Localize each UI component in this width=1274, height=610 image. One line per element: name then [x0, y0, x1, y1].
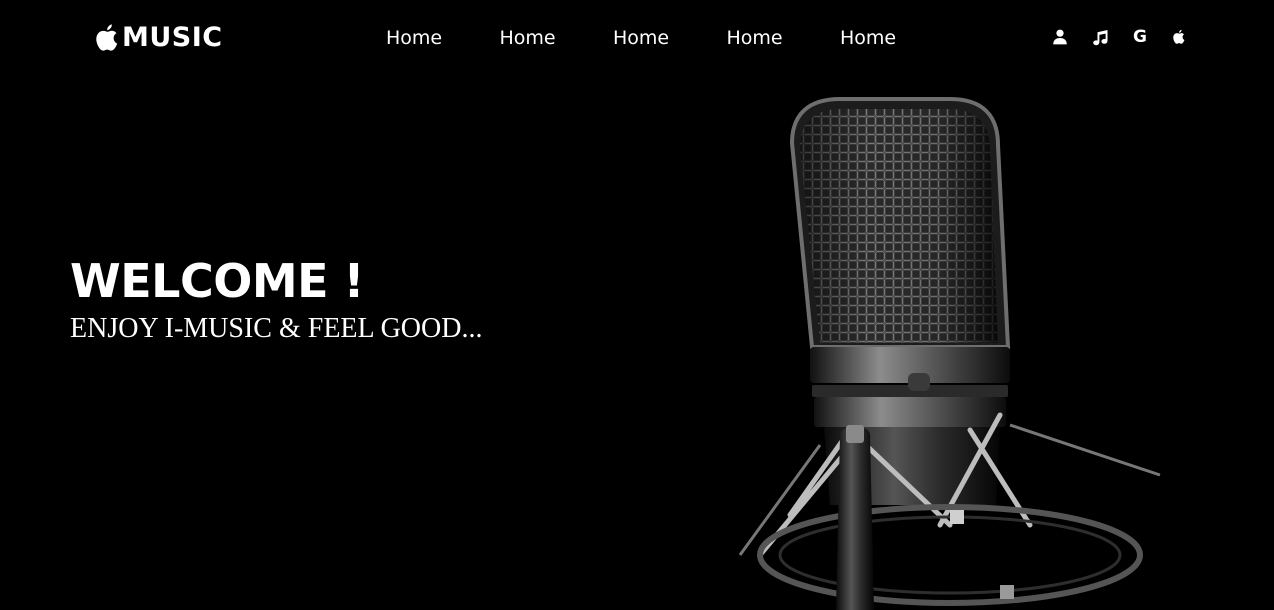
page: MUSIC Home Home Home Home Home G WELCOME…	[0, 0, 1274, 610]
apple-icon	[94, 23, 120, 53]
nav-item-home-5[interactable]: Home	[840, 24, 954, 52]
hero-subtitle: ENJOY I-MUSIC & FEEL GOOD...	[70, 313, 483, 344]
nav-item-home-4[interactable]: Home	[727, 24, 841, 52]
music-note-icon[interactable]	[1092, 27, 1132, 47]
nav-item-home-3[interactable]: Home	[613, 24, 727, 52]
apple-icon[interactable]	[1172, 27, 1212, 47]
hero-title: WELCOME !	[70, 254, 365, 308]
user-icon[interactable]	[1052, 27, 1092, 47]
nav-item-home-2[interactable]: Home	[500, 24, 614, 52]
google-icon-glyph: G	[1133, 27, 1147, 47]
header-icons: G	[1052, 27, 1212, 47]
logo[interactable]: MUSIC	[94, 20, 223, 56]
main-nav: Home Home Home Home Home	[386, 24, 954, 52]
microphone-image	[700, 85, 1220, 610]
google-icon[interactable]: G	[1132, 27, 1172, 47]
nav-item-home-1[interactable]: Home	[386, 24, 500, 52]
logo-text: MUSIC	[122, 22, 223, 53]
